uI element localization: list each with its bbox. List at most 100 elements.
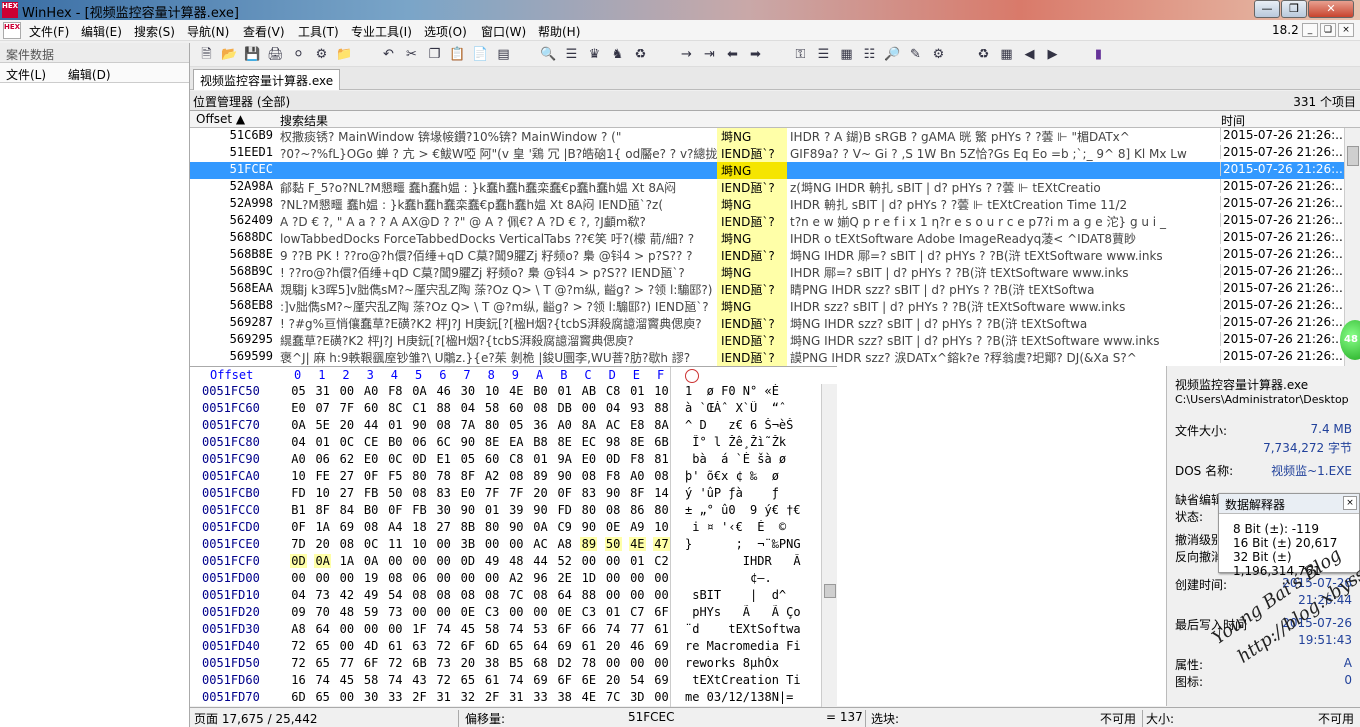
hex-byte[interactable]: 20	[532, 486, 549, 500]
hex-text[interactable]: tEXtCreation Ti	[685, 673, 815, 687]
hex-line[interactable]: 0051FC70 0A 5E 20 44 01 90 08 7A 80 05 36 A0 8A AC E8 8A…	[190, 418, 820, 435]
hex-byte[interactable]: F5	[387, 469, 404, 483]
hex-byte[interactable]: 65	[314, 690, 331, 704]
hex-byte[interactable]: FD	[290, 486, 307, 500]
hex-byte[interactable]: AC	[605, 418, 622, 432]
hex-byte[interactable]: 20	[605, 639, 622, 653]
hex-byte[interactable]: 06	[411, 571, 428, 585]
hex-byte[interactable]: 06	[314, 452, 331, 466]
hex-line[interactable]: 0051FD70 6D 65 00 30 33 2F 31 32 2F 31 33 38 4E 7C 3D 00…	[190, 690, 820, 707]
hex-byte[interactable]: 53	[532, 622, 549, 636]
hex-byte[interactable]: 00	[435, 537, 452, 551]
hex-byte[interactable]: C9	[556, 520, 573, 534]
hex-byte[interactable]: 09	[290, 605, 307, 619]
hex-byte[interactable]: 0A	[411, 384, 428, 398]
hex-byte[interactable]: 20	[605, 673, 622, 687]
hex-byte[interactable]: F8	[605, 469, 622, 483]
hex-byte[interactable]: 65	[314, 656, 331, 670]
table-row[interactable]: 568EB8:]v胐儁sM?~厪宍乱Z陶 蒤?Oz Q> \ T @?m纵, 齸…	[190, 298, 1344, 315]
hex-byte[interactable]: 00	[605, 656, 622, 670]
hex-byte[interactable]: C8	[508, 452, 525, 466]
hex-byte[interactable]: 59	[363, 605, 380, 619]
hex-byte[interactable]: 06	[411, 435, 428, 449]
hex-scrollbar[interactable]	[821, 384, 837, 707]
hex-byte[interactable]: 7C	[508, 588, 525, 602]
hex-byte[interactable]: 80	[580, 503, 597, 517]
hex-byte[interactable]: 84	[338, 503, 355, 517]
print-icon[interactable]: 🖨	[267, 46, 284, 63]
hex-byte[interactable]: 45	[338, 673, 355, 687]
menu-tools[interactable]: 工具(T)	[298, 23, 339, 40]
hex-byte[interactable]: 64	[556, 588, 573, 602]
hex-byte[interactable]: 33	[532, 690, 549, 704]
hex-byte[interactable]: 48	[338, 605, 355, 619]
hex-byte[interactable]: 69	[556, 639, 573, 653]
table-row[interactable]: 569295 繉蠢草?E磺?K2 枰J?J H庚鈨[?[楹H烟?{tcbS湃殺腐譩…	[190, 332, 1344, 349]
hex-byte[interactable]: 00	[629, 656, 646, 670]
hex-byte[interactable]: 8B	[459, 520, 476, 534]
back-icon[interactable]: ⬅	[724, 46, 741, 63]
hex-byte[interactable]: 89	[532, 469, 549, 483]
hex-byte[interactable]: 08	[435, 418, 452, 432]
hex-byte[interactable]: 05	[508, 418, 525, 432]
hex-byte[interactable]: 2F	[484, 690, 501, 704]
hex-byte[interactable]: E0	[290, 401, 307, 415]
hex-byte[interactable]: 32	[459, 690, 476, 704]
replace-hex-icon[interactable]: ♞	[609, 46, 626, 63]
hex-byte[interactable]: 6F	[556, 673, 573, 687]
hex-byte[interactable]: 00	[605, 588, 622, 602]
hex-byte[interactable]: 04	[459, 401, 476, 415]
hex-byte[interactable]: 08	[484, 588, 501, 602]
hex-byte[interactable]: 61	[653, 622, 670, 636]
hex-byte[interactable]: 0D	[459, 554, 476, 568]
hex-byte[interactable]: 6C	[435, 435, 452, 449]
hex-text[interactable]: ± „° û0 9 ý€ †€	[685, 503, 815, 517]
mdi-minimize-button[interactable]: _	[1302, 23, 1318, 37]
hex-byte[interactable]: 8A	[580, 418, 597, 432]
hex-byte[interactable]: 2E	[556, 571, 573, 585]
hex-byte[interactable]: 6F	[459, 639, 476, 653]
open-disk-icon[interactable]: ⚪	[290, 46, 307, 63]
hex-line[interactable]: 0051FC60 E0 07 7F 60 8C C1 88 04 58 60 08 DB 00 04 93 88…	[190, 401, 820, 418]
hex-byte[interactable]: 08	[532, 401, 549, 415]
hex-line[interactable]: 0051FCF0 0D 0A 1A 0A 00 00 00 0D 49 48 44 52 00 00 01 C2…	[190, 554, 820, 571]
open-file-icon[interactable]: 📂	[221, 46, 238, 63]
hex-byte[interactable]: 44	[532, 554, 549, 568]
hex-byte[interactable]: 43	[411, 673, 428, 687]
find-hex-icon[interactable]: ♛	[586, 46, 603, 63]
hex-byte[interactable]: 1D	[580, 571, 597, 585]
hex-byte[interactable]: 69	[338, 520, 355, 534]
hex-byte[interactable]: 00	[338, 622, 355, 636]
hex-line[interactable]: 0051FD60 16 74 45 58 74 43 72 65 61 74 69 6F 6E 20 54 69…	[190, 673, 820, 690]
hex-byte[interactable]: 10	[653, 520, 670, 534]
hex-line[interactable]: 0051FD30 A8 64 00 00 00 1F 74 45 58 74 53 6F 66 74 77 61…	[190, 622, 820, 639]
hex-byte[interactable]: 00	[314, 571, 331, 585]
hex-byte[interactable]: 27	[435, 520, 452, 534]
hex-byte[interactable]: 58	[363, 673, 380, 687]
hex-byte[interactable]: 00	[435, 554, 452, 568]
hex-byte[interactable]: 93	[629, 401, 646, 415]
hex-byte[interactable]: 07	[314, 401, 331, 415]
hex-byte[interactable]: 77	[338, 656, 355, 670]
hex-line[interactable]: 0051FD10 04 73 42 49 54 08 08 08 08 7C 08 64 88 00 00 00…	[190, 588, 820, 605]
table-row[interactable]: 51C6B9 权撒痰锈? MainWindow 锛堟帹鑽?10%锛? MainWi…	[190, 128, 1344, 145]
hex-byte[interactable]: 00	[363, 622, 380, 636]
find-integer-icon[interactable]: ♻	[632, 46, 649, 63]
hex-byte[interactable]: 14	[653, 486, 670, 500]
hex-byte[interactable]: 6F	[653, 605, 670, 619]
time-column-header[interactable]: 时间	[1221, 112, 1245, 129]
crosshair-icon[interactable]	[685, 369, 699, 383]
hex-byte[interactable]: A8	[290, 622, 307, 636]
close-button[interactable]: ✕	[1308, 0, 1354, 18]
hex-byte[interactable]: 8F	[314, 503, 331, 517]
hex-byte[interactable]: 80	[484, 418, 501, 432]
hex-byte[interactable]: 6F	[556, 622, 573, 636]
hex-byte[interactable]: 08	[653, 469, 670, 483]
cut-icon[interactable]: ✂	[403, 46, 420, 63]
minimize-button[interactable]: —	[1254, 0, 1280, 18]
hex-byte[interactable]: 00	[338, 639, 355, 653]
hex-text[interactable]: } ; ¬¨‰PNG	[685, 537, 815, 551]
hex-byte[interactable]: 8E	[556, 435, 573, 449]
hex-byte[interactable]: 00	[508, 605, 525, 619]
hex-byte[interactable]: AC	[532, 537, 549, 551]
